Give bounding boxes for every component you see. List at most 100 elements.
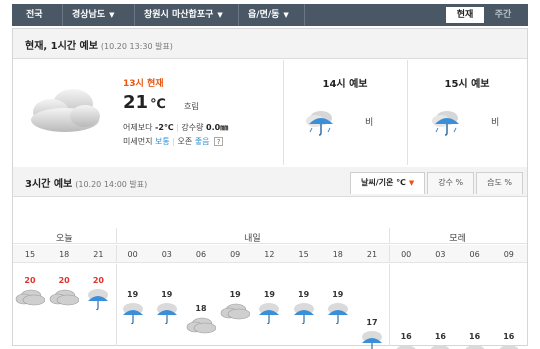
hourly-title: 15시 예보 xyxy=(444,79,490,90)
divider xyxy=(134,4,135,26)
crumb-label: 경상남도 xyxy=(72,10,106,20)
crumb-label: 전국 xyxy=(26,10,43,20)
rain-icon xyxy=(432,111,459,136)
crumb-label: 읍/면/동 xyxy=(248,10,280,20)
temperature-value: 19 xyxy=(263,290,275,299)
triangle-down-icon: ▼ xyxy=(408,179,415,187)
cloudy-icon xyxy=(186,317,216,334)
precip-label: 강수량 xyxy=(181,123,204,132)
temperature-value: 20 xyxy=(58,276,70,285)
cloudy-icon xyxy=(31,89,100,132)
time-label: 03 xyxy=(161,250,172,259)
time-label: 00 xyxy=(127,250,138,259)
current-condition: 흐림 xyxy=(184,102,199,111)
rain-icon xyxy=(362,331,382,349)
temperature-value: 20 xyxy=(92,276,104,285)
ozone-value: 좋음 xyxy=(194,137,210,146)
temperature-value: 19 xyxy=(127,290,139,299)
current-details: 어제보다 -2℃ | 강수량 0.0㎜ xyxy=(123,123,229,132)
hourly-forecast-14: 14시 예보 비 xyxy=(283,60,407,165)
time-label: 09 xyxy=(230,250,241,259)
diff-label: 어제보다 xyxy=(123,123,153,132)
tab-weather-temp[interactable]: 날씨/기온 ℃ ▼ xyxy=(350,172,426,194)
current-panel: 13시 현재 21 ℃ 흐림 어제보다 -2℃ | 강수량 0.0㎜ 미세먼지 보… xyxy=(13,60,527,165)
temperature-value: 19 xyxy=(229,290,241,299)
diff-value: -2℃ xyxy=(155,123,174,132)
day-label: 모레 xyxy=(449,234,466,244)
crumb-city[interactable]: 창원시 마산합포구 ▼ xyxy=(144,4,223,26)
time-label: 18 xyxy=(332,250,343,259)
current-header: 현재, 1시간 예보 (10.20 13:30 발표) xyxy=(13,29,527,59)
time-label: 03 xyxy=(435,250,446,259)
divider xyxy=(238,4,239,26)
time-label: 15 xyxy=(24,250,36,259)
temperature-value: 19 xyxy=(298,290,310,299)
divider xyxy=(304,4,305,26)
temperature-value: 16 xyxy=(400,332,412,341)
time-label: 21 xyxy=(93,250,104,259)
forecast-grid: 20 20 20 19 19 18 19 19 19 19 17 16 16 16 16 xyxy=(13,264,527,349)
rain-icon xyxy=(306,111,333,136)
temperature-value: 16 xyxy=(469,332,481,341)
rain-icon xyxy=(88,289,109,310)
hourly-condition: 비 xyxy=(365,118,374,128)
cloudy-icon xyxy=(49,289,80,306)
precip-value: 0.0㎜ xyxy=(206,123,229,132)
time-row: 15 18 21 00 03 06 09 12 15 18 21 00 03 06 09 xyxy=(13,245,527,263)
cloudy-icon xyxy=(220,303,251,320)
issued-time: (10.20 14:00 발표) xyxy=(75,180,148,189)
time-label: 12 xyxy=(264,250,275,259)
section-title: 현재, 1시간 예보 xyxy=(25,41,98,52)
crumb-country[interactable]: 전국 xyxy=(26,4,43,26)
current-title: 현재, 1시간 예보 (10.20 13:30 발표) xyxy=(25,37,173,52)
dust-value: 보통 xyxy=(155,137,170,146)
cloudy-icon xyxy=(15,289,45,306)
triangle-down-icon: ▼ xyxy=(217,11,223,19)
current-time-label: 13시 현재 xyxy=(123,79,164,89)
time-label: 06 xyxy=(195,250,207,259)
metric-tabs: 날씨/기온 ℃ ▼ 강수 % 습도 % xyxy=(348,172,523,194)
help-icon[interactable]: ? xyxy=(214,137,224,146)
day-label: 오늘 xyxy=(56,234,73,244)
ozone-label: 오존 xyxy=(177,137,193,146)
rain-icon xyxy=(465,345,485,349)
temperature-value: 19 xyxy=(161,290,173,299)
temperature-value: 16 xyxy=(434,332,446,341)
rain-icon xyxy=(259,303,280,324)
time-label: 18 xyxy=(59,250,70,259)
tab-label: 날씨/기온 ℃ xyxy=(361,178,406,187)
triangle-down-icon: ▼ xyxy=(109,11,115,19)
rain-icon xyxy=(293,303,314,324)
hourly-forecast-15: 15시 예보 비 xyxy=(407,60,527,165)
location-bar: 전국 경상남도 ▼ 창원시 마산합포구 ▼ 읍/면/동 ▼ 현재 주간 xyxy=(12,4,528,26)
tab-precipitation[interactable]: 강수 % xyxy=(427,172,475,194)
time-label: 00 xyxy=(401,250,412,259)
temp-value: 21 xyxy=(123,92,149,113)
day-divider xyxy=(115,264,117,346)
rain-icon xyxy=(430,345,450,349)
section-title: 3시간 예보 xyxy=(25,179,73,190)
rain-icon xyxy=(396,345,416,349)
crumb-province[interactable]: 경상남도 ▼ xyxy=(72,4,115,26)
temperature-value: 19 xyxy=(332,290,344,299)
three-hour-title: 3시간 예보 (10.20 14:00 발표) xyxy=(25,175,147,190)
tab-humidity[interactable]: 습도 % xyxy=(476,172,523,194)
issued-time: (10.20 13:30 발표) xyxy=(100,42,173,51)
time-label: 15 xyxy=(298,250,309,259)
time-label: 09 xyxy=(503,250,514,259)
rain-icon xyxy=(122,303,143,324)
temperature-value: 16 xyxy=(503,332,515,341)
time-label: 06 xyxy=(469,250,480,259)
crumb-town[interactable]: 읍/면/동 ▼ xyxy=(248,4,289,26)
rain-icon xyxy=(156,303,177,324)
tab-weekly[interactable]: 주간 xyxy=(484,7,522,23)
temperature-value: 20 xyxy=(24,276,36,285)
temperature-value: 17 xyxy=(366,318,378,327)
view-tabs: 현재 주간 xyxy=(446,7,522,23)
hourly-condition: 비 xyxy=(491,118,500,128)
divider xyxy=(62,4,63,26)
crumb-label: 창원시 마산합포구 xyxy=(144,10,214,20)
dust-label: 미세먼지 xyxy=(123,137,153,146)
day-row: 오늘 내일 모레 xyxy=(13,228,527,244)
tab-current[interactable]: 현재 xyxy=(446,7,484,23)
